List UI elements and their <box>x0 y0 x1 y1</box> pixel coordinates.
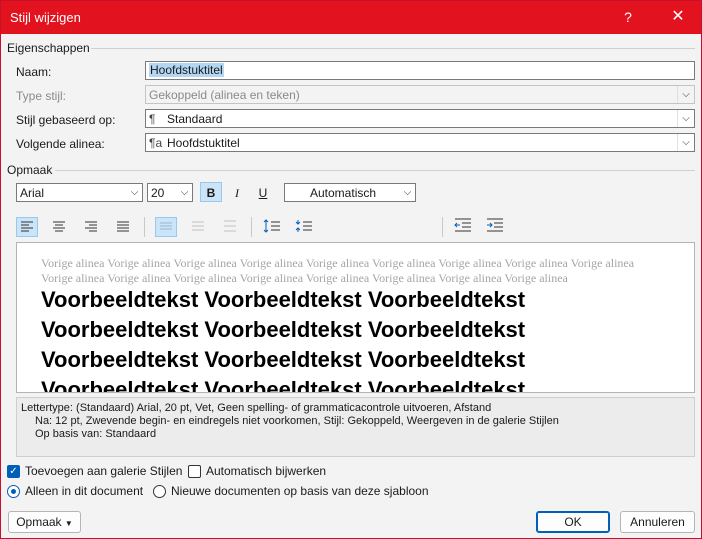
decrease-indent-button[interactable] <box>452 217 474 237</box>
align-center-icon <box>53 221 65 232</box>
caret-down-icon: ▼ <box>64 519 73 528</box>
add-to-gallery-label: Toevoegen aan galerie Stijlen <box>25 464 183 478</box>
italic-button[interactable]: I <box>226 182 248 202</box>
next-paragraph-label: Volgende alinea: <box>16 137 105 151</box>
underline-button[interactable]: U <box>252 182 274 202</box>
bold-button[interactable]: B <box>200 182 222 202</box>
sample-text: Voorbeeldtekst Voorbeeldtekst Voorbeeldt… <box>41 285 681 393</box>
chevron-down-icon[interactable]: ⌵ <box>677 134 694 151</box>
font-color-select[interactable]: Automatisch ⌵ <box>284 183 416 202</box>
chevron-down-icon[interactable]: ⌵ <box>400 184 415 201</box>
format-button-label: Opmaak <box>16 515 62 529</box>
justify-icon <box>117 221 129 232</box>
close-icon[interactable]: ✕ <box>661 6 695 28</box>
chevron-down-icon: ⌵ <box>677 86 694 103</box>
next-paragraph-select[interactable]: ¶a Hoofdstuktitel ⌵ <box>145 133 695 152</box>
name-input[interactable]: Hoofdstuktitel <box>145 61 695 80</box>
sample-line: Voorbeeldtekst Voorbeeldtekst Voorbeeldt… <box>41 347 526 372</box>
decrease-paragraph-spacing-button[interactable] <box>293 217 315 237</box>
linked-style-icon: ¶a <box>149 136 163 150</box>
line-spacing-half-icon <box>192 221 204 231</box>
chevron-down-icon[interactable]: ⌵ <box>177 184 192 201</box>
title-bar: Stijl wijzigen ? ✕ <box>1 1 701 34</box>
align-right-icon <box>85 221 97 232</box>
cancel-button[interactable]: Annuleren <box>620 511 695 533</box>
ok-button[interactable]: OK <box>536 511 610 533</box>
spacing-increase-icon <box>263 219 280 233</box>
font-color-value: Automatisch <box>310 186 377 200</box>
double-spacing-button[interactable] <box>219 217 241 237</box>
font-name-select[interactable]: Arial ⌵ <box>16 183 143 202</box>
modify-style-dialog: Stijl wijzigen ? ✕ Eigenschappen Naam: H… <box>0 0 702 539</box>
description-line: Lettertype: (Standaard) Arial, 20 pt, Ve… <box>21 402 492 414</box>
spacing-decrease-icon <box>295 220 312 232</box>
radio-selected-icon <box>7 485 20 498</box>
help-icon[interactable]: ? <box>613 6 643 28</box>
description-line: Op basis van: Standaard <box>35 428 157 440</box>
only-this-document-label: Alleen in dit document <box>25 484 144 498</box>
increase-indent-button[interactable] <box>484 217 506 237</box>
add-to-gallery-checkbox[interactable]: ✓ Toevoegen aan galerie Stijlen <box>7 464 182 480</box>
font-size-select[interactable]: 20 ⌵ <box>147 183 193 202</box>
line-spacing-double-icon <box>224 220 236 232</box>
toolbar-separator <box>442 217 443 237</box>
chevron-down-icon[interactable]: ⌵ <box>677 110 694 127</box>
name-label: Naam: <box>16 65 52 79</box>
checkmark-icon: ✓ <box>7 465 20 478</box>
format-menu-button[interactable]: Opmaak ▼ <box>8 511 81 533</box>
font-name-value: Arial <box>20 186 45 200</box>
style-type-select: Gekoppeld (alinea en teken) ⌵ <box>145 85 695 104</box>
justify-button[interactable] <box>112 217 134 237</box>
chevron-down-icon[interactable]: ⌵ <box>127 184 142 201</box>
dialog-title: Stijl wijzigen <box>10 10 81 25</box>
single-spacing-button[interactable] <box>155 217 177 237</box>
section-format-label: Opmaak <box>7 163 53 177</box>
indent-icon <box>487 218 503 232</box>
toolbar-separator <box>251 217 252 237</box>
section-properties-label: Eigenschappen <box>7 41 90 55</box>
sample-line: Voorbeeldtekst Voorbeeldtekst Voorbeeldt… <box>41 287 526 312</box>
based-on-value: Standaard <box>167 112 223 126</box>
font-size-value: 20 <box>151 186 165 200</box>
align-right-button[interactable] <box>80 217 102 237</box>
sample-line: Voorbeeldtekst Voorbeeldtekst Voorbeeldt… <box>41 377 526 393</box>
based-on-label: Stijl gebaseerd op: <box>16 113 116 127</box>
name-input-value: Hoofdstuktitel <box>149 63 224 77</box>
auto-update-label: Automatisch bijwerken <box>206 464 327 478</box>
style-type-label: Type stijl: <box>16 89 67 103</box>
outdent-icon <box>454 218 471 232</box>
paragraph-style-icon: ¶ <box>149 112 156 126</box>
next-paragraph-value: Hoofdstuktitel <box>167 136 240 150</box>
section-divider <box>91 48 695 49</box>
line-spacing-single-icon <box>160 222 172 230</box>
toolbar-separator <box>144 217 145 237</box>
style-type-value: Gekoppeld (alinea en teken) <box>149 88 300 102</box>
radio-icon <box>153 485 166 498</box>
section-divider <box>55 170 695 171</box>
sample-line: Voorbeeldtekst Voorbeeldtekst Voorbeeldt… <box>41 317 526 342</box>
new-documents-label: Nieuwe documenten op basis van deze sjab… <box>171 484 429 498</box>
description-line: Na: 12 pt, Zwevende begin- en eindregels… <box>35 415 559 427</box>
style-preview-pane: Vorige alinea Vorige alinea Vorige aline… <box>16 242 695 393</box>
based-on-select[interactable]: ¶ Standaard ⌵ <box>145 109 695 128</box>
align-left-icon <box>21 221 33 232</box>
checkbox-box <box>188 465 201 478</box>
align-left-button[interactable] <box>16 217 38 237</box>
style-description: Lettertype: (Standaard) Arial, 20 pt, Ve… <box>16 397 695 457</box>
new-documents-radio[interactable]: Nieuwe documenten op basis van deze sjab… <box>153 484 429 500</box>
auto-update-checkbox[interactable]: Automatisch bijwerken <box>188 464 328 480</box>
previous-paragraph-text: Vorige alinea Vorige alinea Vorige aline… <box>41 256 635 285</box>
only-this-document-radio[interactable]: Alleen in dit document <box>7 484 147 500</box>
align-center-button[interactable] <box>48 217 70 237</box>
one-half-spacing-button[interactable] <box>187 217 209 237</box>
increase-paragraph-spacing-button[interactable] <box>261 217 283 237</box>
